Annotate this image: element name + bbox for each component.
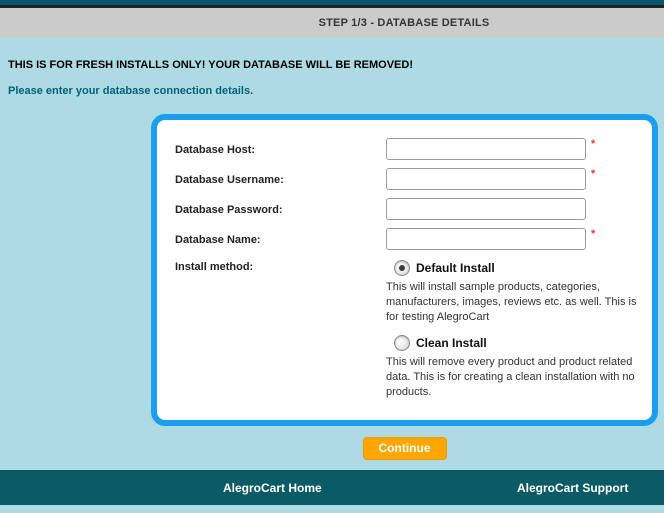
field-row-database-username: Database Username: * bbox=[175, 168, 642, 190]
install-method-label: Install method: bbox=[175, 261, 254, 273]
database-form-panel: Database Host: * Database Username: * Da… bbox=[151, 114, 658, 426]
connection-instruction: Please enter your database connection de… bbox=[8, 85, 254, 97]
required-asterisk: * bbox=[591, 228, 596, 240]
page-title: STEP 1/3 - DATABASE DETAILS bbox=[0, 8, 664, 38]
database-password-label: Database Password: bbox=[175, 203, 283, 216]
clean-install-radio[interactable] bbox=[394, 335, 410, 351]
required-asterisk: * bbox=[591, 168, 596, 180]
clean-install-option: Clean Install bbox=[394, 335, 638, 351]
field-row-database-password: Database Password: bbox=[175, 198, 642, 220]
database-password-input[interactable] bbox=[386, 198, 586, 220]
footer-link-alegrocart-support[interactable]: AlegroCart Support bbox=[517, 481, 628, 495]
field-row-install-method: Install method: Default Install This wil… bbox=[175, 260, 642, 410]
field-row-database-name: Database Name: * bbox=[175, 228, 642, 250]
bottom-strip bbox=[0, 505, 664, 513]
database-username-label: Database Username: bbox=[175, 173, 284, 186]
default-install-label: Default Install bbox=[416, 261, 495, 275]
install-method-options: Default Install This will install sample… bbox=[386, 260, 638, 410]
default-install-option: Default Install bbox=[394, 260, 638, 276]
continue-button[interactable]: Continue bbox=[362, 437, 447, 460]
default-install-radio[interactable] bbox=[394, 260, 410, 276]
footer-link-alegrocart-home[interactable]: AlegroCart Home bbox=[223, 481, 322, 495]
database-username-input[interactable] bbox=[386, 168, 586, 190]
field-row-database-host: Database Host: * bbox=[175, 138, 642, 160]
button-row: Continue bbox=[151, 437, 658, 460]
required-asterisk: * bbox=[591, 138, 596, 150]
database-name-label: Database Name: bbox=[175, 233, 261, 246]
clean-install-label: Clean Install bbox=[416, 336, 487, 350]
database-name-input[interactable] bbox=[386, 228, 586, 250]
clean-install-description: This will remove every product and produ… bbox=[386, 356, 635, 398]
database-host-input[interactable] bbox=[386, 138, 586, 160]
database-host-label: Database Host: bbox=[175, 143, 256, 156]
default-install-description: This will install sample products, categ… bbox=[386, 281, 637, 323]
fresh-install-warning: THIS IS FOR FRESH INSTALLS ONLY! YOUR DA… bbox=[8, 59, 413, 71]
main-content: THIS IS FOR FRESH INSTALLS ONLY! YOUR DA… bbox=[0, 38, 664, 470]
footer: AlegroCart Home AlegroCart Support bbox=[0, 470, 664, 505]
